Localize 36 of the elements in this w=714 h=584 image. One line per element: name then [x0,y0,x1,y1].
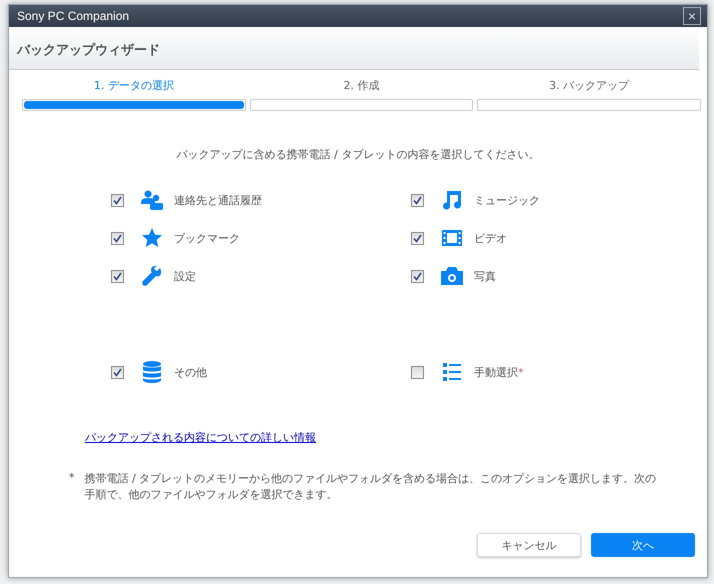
option-label: 手動選択* [474,364,524,380]
option-label: 設定 [174,268,196,284]
step-label: 3. バックアップ [549,78,630,93]
next-button[interactable]: 次へ [591,533,695,557]
wizard-title: バックアップウィザード [17,42,161,59]
option-label: 写真 [474,268,496,284]
checkbox[interactable] [411,366,424,378]
cancel-button[interactable]: キャンセル [477,533,581,557]
option-label: ビデオ [474,230,507,246]
details-link[interactable]: バックアップされる内容についての詳しい情報 [85,430,316,445]
instruction-text: バックアップに含める携帯電話 / タブレットの内容を選択してください。 [176,147,540,162]
star-icon [142,228,162,248]
wrench-icon [142,266,162,286]
camera-icon [441,267,463,285]
database-icon [143,361,161,383]
close-button[interactable]: × [683,7,701,25]
checkbox[interactable] [111,366,124,378]
step-label: 1. データの選択 [94,78,174,93]
checkbox[interactable] [411,194,424,206]
checkbox[interactable] [411,232,424,244]
option-label: ミュージック [474,192,540,208]
checkbox[interactable] [111,194,124,206]
film-icon [442,228,462,248]
music-note-icon [442,190,462,210]
footnote-text: 携帯電話 / タブレットのメモリーから他のファイルやフォルダを含める場合は、このオプションを選択します。次の手順で、他のファイルやフォルダを選択できます。 [84,471,658,503]
list-icon [443,363,461,381]
people-icon [141,190,163,210]
footnote-mark: * [69,471,74,486]
option-label: その他 [174,364,207,380]
checkbox[interactable] [111,270,124,282]
step-label: 2. 作成 [343,78,380,93]
checkbox[interactable] [111,232,124,244]
option-label: ブックマーク [174,230,240,246]
window-title: Sony PC Companion [17,9,130,23]
option-label: 連絡先と通話履歴 [174,192,262,208]
checkbox[interactable] [411,270,424,282]
